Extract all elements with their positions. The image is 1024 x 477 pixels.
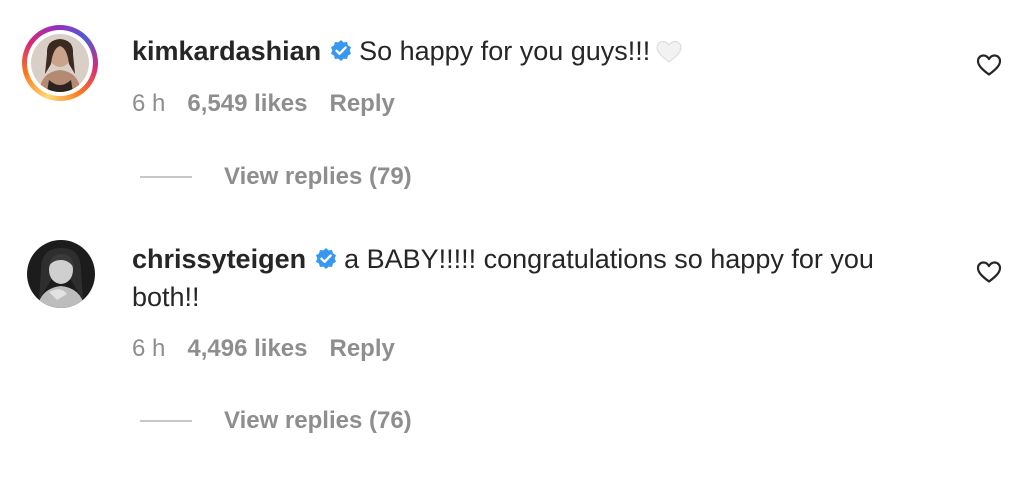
- replies-divider-line: [140, 420, 192, 422]
- avatar-story-ring[interactable]: [22, 25, 98, 101]
- comment-text: So happy for you guys!!!: [359, 36, 651, 66]
- avatar-image: [27, 240, 95, 308]
- comment-body: kimkardashian So happy for you guys!!!: [132, 32, 932, 70]
- view-replies-toggle[interactable]: View replies (79): [140, 163, 412, 191]
- white-heart-icon: [656, 40, 682, 63]
- avatar[interactable]: [27, 240, 95, 308]
- comment-username[interactable]: kimkardashian: [132, 36, 321, 66]
- verified-badge-icon: [331, 40, 352, 61]
- reply-button[interactable]: Reply: [329, 335, 394, 362]
- like-heart-icon[interactable]: [976, 260, 1002, 284]
- verified-badge-icon: [316, 248, 337, 269]
- comment-likes[interactable]: 4,496 likes: [187, 335, 307, 362]
- comment-likes[interactable]: 6,549 likes: [187, 90, 307, 117]
- comment-meta: 6 h 4,496 likes Reply: [132, 335, 417, 363]
- avatar-image: [31, 34, 89, 92]
- comment-timestamp[interactable]: 6 h: [132, 90, 165, 117]
- replies-divider-line: [140, 176, 192, 178]
- comment-username[interactable]: chrissyteigen: [132, 244, 306, 274]
- comment-timestamp[interactable]: 6 h: [132, 335, 165, 362]
- view-replies-toggle[interactable]: View replies (76): [140, 407, 412, 435]
- view-replies-label[interactable]: View replies (79): [224, 163, 412, 191]
- avatar[interactable]: [31, 34, 89, 92]
- comment-meta: 6 h 6,549 likes Reply: [132, 90, 417, 118]
- reply-button[interactable]: Reply: [329, 90, 394, 117]
- like-heart-icon[interactable]: [976, 53, 1002, 77]
- comment-body: chrissyteigen a BABY!!!!! congratulations…: [132, 240, 932, 316]
- view-replies-label[interactable]: View replies (76): [224, 407, 412, 435]
